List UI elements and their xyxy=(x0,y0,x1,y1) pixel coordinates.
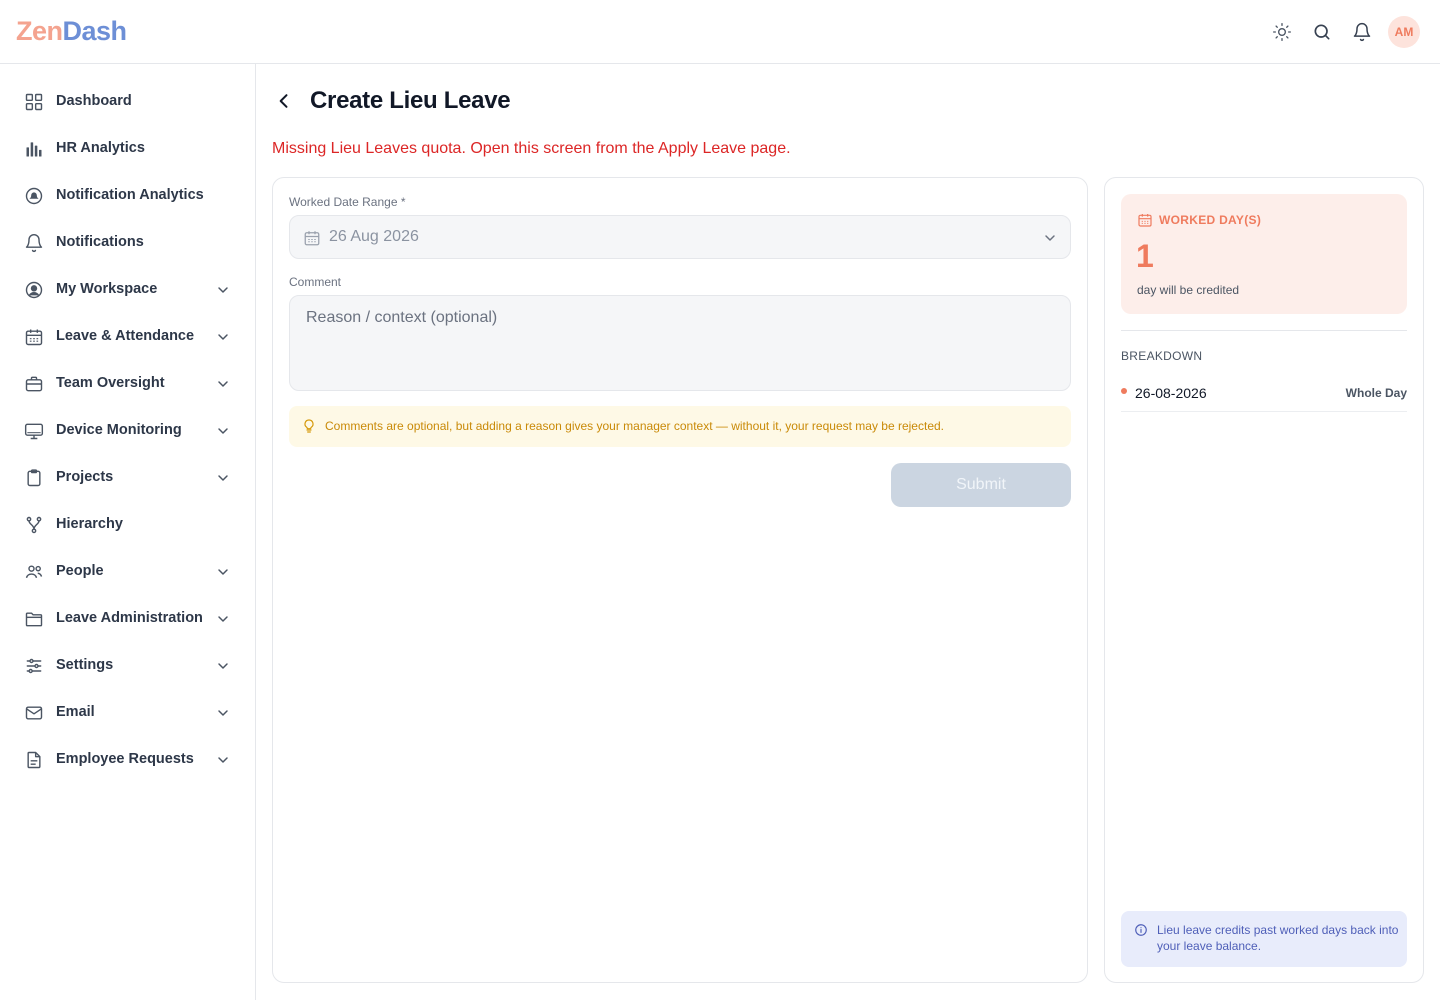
submit-button[interactable]: Submit xyxy=(891,463,1071,507)
sidebar-item-leave-attendance[interactable]: Leave & Attendance xyxy=(16,317,240,357)
breakdown-row: 26-08-2026 Whole Day xyxy=(1121,374,1407,412)
sidebar-item-label: Projects xyxy=(56,469,114,485)
summary-panel: WORKED DAY(S) 1 day will be credited BRE… xyxy=(1104,177,1424,983)
user-avatar[interactable]: AM xyxy=(1388,16,1420,48)
divider xyxy=(1121,330,1407,331)
breakdown-title: BREAKDOWN xyxy=(1121,349,1203,363)
sidebar-item-people[interactable]: People xyxy=(16,552,240,592)
sidebar-item-label: Team Oversight xyxy=(56,375,165,391)
sidebar-item-team-oversight[interactable]: Team Oversight xyxy=(16,364,240,404)
sidebar-item-label: Device Monitoring xyxy=(56,422,182,438)
worked-days-subtext: day will be credited xyxy=(1137,283,1240,297)
briefcase-icon xyxy=(24,374,44,394)
sidebar-item-notifications[interactable]: Notifications xyxy=(16,223,240,263)
sidebar-item-label: Leave Administration xyxy=(56,610,203,626)
date-range-label: Worked Date Range * xyxy=(289,195,406,209)
sidebar-item-projects[interactable]: Projects xyxy=(16,458,240,498)
chevron-down-icon[interactable] xyxy=(215,611,231,627)
worked-days-label: WORKED DAY(S) xyxy=(1159,213,1262,227)
search-icon[interactable] xyxy=(1310,20,1334,44)
bullet-dot xyxy=(1121,388,1127,394)
sidebar-item-email[interactable]: Email xyxy=(16,693,240,733)
comment-hint: Comments are optional, but adding a reas… xyxy=(289,406,1071,447)
sliders-icon xyxy=(24,656,44,676)
theme-toggle-sun-icon[interactable] xyxy=(1270,20,1294,44)
back-button[interactable] xyxy=(272,89,296,113)
sidebar-item-notification-analytics[interactable]: Notification Analytics xyxy=(16,176,240,216)
chevron-down-icon xyxy=(1045,235,1055,241)
top-bar: ZenDash AM xyxy=(0,0,1440,64)
sidebar-item-device-monitoring[interactable]: Device Monitoring xyxy=(16,411,240,451)
chevron-down-icon[interactable] xyxy=(215,282,231,298)
users-icon xyxy=(24,562,44,582)
breakdown-date: 26-08-2026 xyxy=(1135,385,1207,401)
worked-date-range-select[interactable]: 26 Aug 2026 xyxy=(289,215,1071,259)
sidebar-item-label: Email xyxy=(56,704,95,720)
bar-chart-icon xyxy=(24,139,44,159)
worked-days-count: 1 xyxy=(1136,238,1154,274)
chevron-down-icon[interactable] xyxy=(215,564,231,580)
info-text: Lieu leave credits past worked days back… xyxy=(1157,923,1399,953)
grid-icon xyxy=(24,92,44,112)
chevron-down-icon[interactable] xyxy=(215,423,231,439)
logo[interactable]: ZenDash xyxy=(16,16,127,47)
chevron-down-icon[interactable] xyxy=(215,658,231,674)
sidebar-item-my-workspace[interactable]: My Workspace xyxy=(16,270,240,310)
notifications-bell-icon[interactable] xyxy=(1350,20,1374,44)
breakdown-type: Whole Day xyxy=(1345,386,1407,400)
chevron-down-icon[interactable] xyxy=(215,470,231,486)
sidebar-item-leave-administration[interactable]: Leave Administration xyxy=(16,599,240,639)
hint-text: Comments are optional, but adding a reas… xyxy=(325,419,944,433)
worked-days-card: WORKED DAY(S) 1 day will be credited xyxy=(1121,194,1407,314)
branch-icon xyxy=(24,515,44,535)
sidebar-item-hr-analytics[interactable]: HR Analytics xyxy=(16,129,240,169)
comment-label: Comment xyxy=(289,275,342,289)
sidebar-item-label: Notifications xyxy=(56,234,144,250)
sidebar-item-label: Settings xyxy=(56,657,114,673)
lieu-leave-form: Worked Date Range * 26 Aug 2026 Comment … xyxy=(272,177,1088,983)
comment-input[interactable] xyxy=(289,295,1071,391)
sidebar-item-label: Employee Requests xyxy=(56,751,194,767)
logo-zen: Zen xyxy=(16,16,63,46)
info-note: Lieu leave credits past worked days back… xyxy=(1121,911,1407,967)
sidebar-item-label: HR Analytics xyxy=(56,140,145,156)
chevron-down-icon[interactable] xyxy=(215,752,231,768)
chevron-down-icon[interactable] xyxy=(215,376,231,392)
bell-icon xyxy=(24,233,44,253)
calendar-icon xyxy=(24,327,44,347)
bell-circle-icon xyxy=(24,186,44,206)
sidebar-item-employee-requests[interactable]: Employee Requests xyxy=(16,740,240,780)
calendar-icon xyxy=(1138,214,1152,227)
info-icon xyxy=(1135,924,1147,936)
sidebar-item-label: My Workspace xyxy=(56,281,158,297)
sidebar: Dashboard HR Analytics Notification Anal… xyxy=(0,64,256,1000)
mail-icon xyxy=(24,703,44,723)
chevron-left-icon xyxy=(279,94,288,108)
logo-dash: Dash xyxy=(62,16,128,46)
sidebar-item-label: Dashboard xyxy=(56,93,132,109)
sidebar-item-hierarchy[interactable]: Hierarchy xyxy=(16,505,240,545)
user-circle-icon xyxy=(24,280,44,300)
sidebar-item-label: Notification Analytics xyxy=(56,187,204,203)
lightbulb-icon xyxy=(304,419,314,433)
selected-date: 26 Aug 2026 xyxy=(329,228,419,245)
clipboard-icon xyxy=(24,468,44,488)
monitor-icon xyxy=(24,421,44,441)
folder-icon xyxy=(24,609,44,629)
sidebar-item-label: Leave & Attendance xyxy=(56,328,195,344)
error-message: Missing Lieu Leaves quota. Open this scr… xyxy=(272,140,791,157)
sidebar-item-label: People xyxy=(56,563,104,579)
calendar-icon xyxy=(304,231,320,246)
sidebar-item-label: Hierarchy xyxy=(56,516,123,532)
document-icon xyxy=(24,750,44,770)
sidebar-item-dashboard[interactable]: Dashboard xyxy=(16,82,240,122)
page-title: Create Lieu Leave xyxy=(310,87,511,114)
chevron-down-icon[interactable] xyxy=(215,329,231,345)
sidebar-item-settings[interactable]: Settings xyxy=(16,646,240,686)
chevron-down-icon[interactable] xyxy=(215,705,231,721)
